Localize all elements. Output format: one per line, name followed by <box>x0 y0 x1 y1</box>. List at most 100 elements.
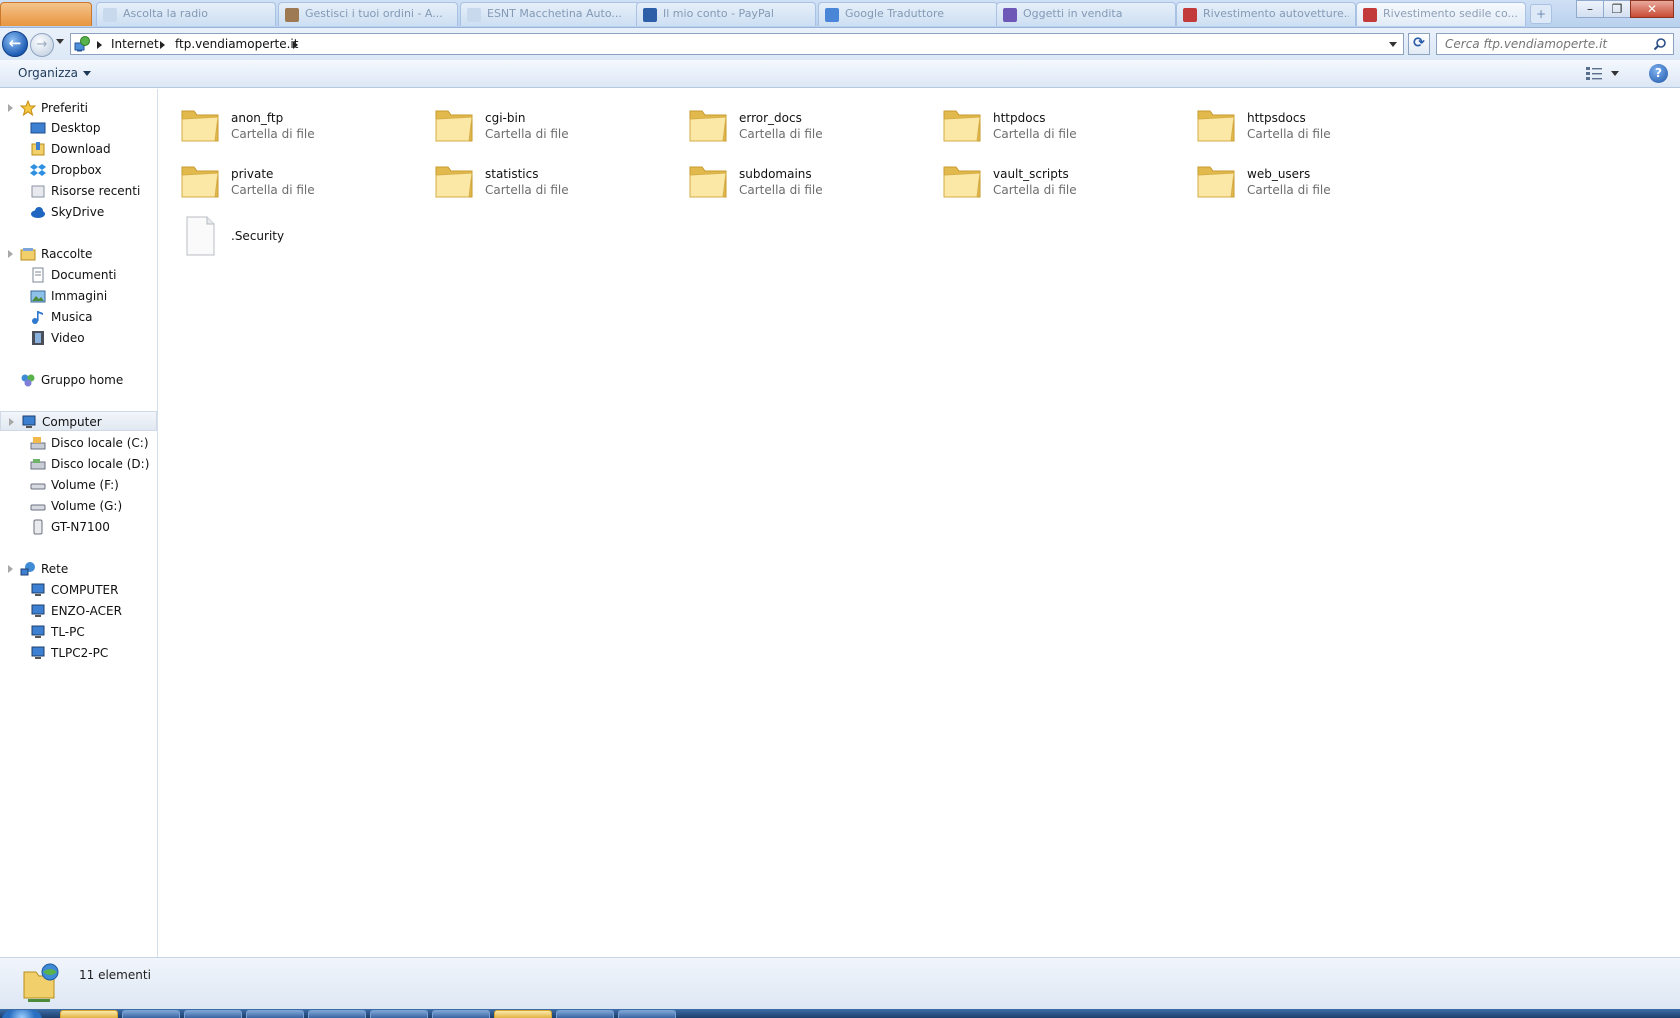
file-type: Cartella di file <box>1247 127 1331 141</box>
address-bar[interactable]: Internet ftp.vendiamoperte.it <box>70 33 1404 55</box>
folder-tile-httpsdocs[interactable]: httpsdocs Cartella di file <box>1175 98 1415 150</box>
nav-item-documents[interactable]: Documenti <box>0 265 157 285</box>
folder-tile-httpdocs[interactable]: httpdocs Cartella di file <box>921 98 1161 150</box>
taskbar-item-5[interactable] <box>308 1010 366 1018</box>
nav-libraries[interactable]: Raccolte <box>0 244 157 264</box>
browser-menu-button[interactable] <box>0 2 92 26</box>
nav-item-drive-c[interactable]: Disco locale (C:) <box>0 433 157 453</box>
taskbar-item-10[interactable] <box>618 1010 676 1018</box>
file-name: private <box>231 167 274 181</box>
browser-tab-3[interactable]: ESNT Macchetina Auto... <box>460 2 640 26</box>
nav-item-drive-f[interactable]: Volume (F:) <box>0 475 157 495</box>
nav-item-recent-places[interactable]: Risorse recenti <box>0 181 157 201</box>
nav-item-network-computer[interactable]: COMPUTER <box>0 580 157 600</box>
nav-item-tlpc2-pc[interactable]: TLPC2-PC <box>0 643 157 663</box>
maximize-button[interactable]: ❐ <box>1603 0 1631 18</box>
search-icon[interactable] <box>1653 37 1667 51</box>
expand-arrow-icon[interactable] <box>8 104 13 112</box>
nav-item-drive-d[interactable]: Disco locale (D:) <box>0 454 157 474</box>
nav-item-dropbox[interactable]: Dropbox <box>0 160 157 180</box>
file-name: web_users <box>1247 167 1311 181</box>
tab-favicon <box>1003 8 1017 22</box>
search-input[interactable] <box>1445 35 1645 53</box>
taskbar-item-7[interactable] <box>432 1010 490 1018</box>
nav-item-tl-pc[interactable]: TL-PC <box>0 622 157 642</box>
nav-item-music[interactable]: Musica <box>0 307 157 327</box>
browser-tab-label: Rivestimento autovetture... <box>1203 7 1349 20</box>
breadcrumb-separator-icon[interactable] <box>160 41 165 49</box>
change-view-icon[interactable] <box>1585 66 1603 80</box>
folder-tile-statistics[interactable]: statistics Cartella di file <box>413 154 653 206</box>
search-box[interactable] <box>1436 33 1674 55</box>
nav-label: ENZO-ACER <box>51 604 122 618</box>
nav-item-video[interactable]: Video <box>0 328 157 348</box>
folder-tile-error-docs[interactable]: error_docs Cartella di file <box>667 98 907 150</box>
network-computer-icon <box>31 583 45 596</box>
breadcrumb-ftp-site[interactable]: ftp.vendiamoperte.it <box>175 37 298 51</box>
nav-item-desktop[interactable]: Desktop <box>0 118 157 138</box>
taskbar-item-9[interactable] <box>556 1010 614 1018</box>
nav-homegroup[interactable]: Gruppo home <box>0 370 157 390</box>
folder-tile-web-users[interactable]: web_users Cartella di file <box>1175 154 1415 206</box>
nav-network[interactable]: Rete <box>0 559 157 579</box>
folder-tile-vault-scripts[interactable]: vault_scripts Cartella di file <box>921 154 1161 206</box>
taskbar-item-3[interactable] <box>184 1010 242 1018</box>
breadcrumb-internet[interactable]: Internet <box>111 37 159 51</box>
nav-item-phone[interactable]: GT-N7100 <box>0 517 157 537</box>
taskbar-item-6[interactable] <box>370 1010 428 1018</box>
file-list-view[interactable]: anon_ftp Cartella di file cgi-bin Cartel… <box>159 89 1680 957</box>
help-button[interactable]: ? <box>1649 64 1668 83</box>
minimize-button[interactable]: – <box>1576 0 1604 18</box>
browser-tab-label: ESNT Macchetina Auto... <box>487 7 622 20</box>
browser-tab-5[interactable]: Google Traduttore <box>818 2 998 26</box>
address-history-dropdown[interactable] <box>1389 42 1397 47</box>
nav-favorites[interactable]: Preferiti <box>0 98 157 118</box>
browser-tab-8[interactable]: Rivestimento sedile co... <box>1356 2 1526 26</box>
nav-computer[interactable]: Computer <box>0 411 157 431</box>
pictures-icon <box>30 290 46 303</box>
browser-tab-4[interactable]: Il mio conto - PayPal <box>636 2 816 26</box>
expand-arrow-icon[interactable] <box>8 565 13 573</box>
nav-item-pictures[interactable]: Immagini <box>0 286 157 306</box>
new-tab-button[interactable]: + <box>1530 4 1552 24</box>
file-type: Cartella di file <box>1247 183 1331 197</box>
folder-tile-anon-ftp[interactable]: anon_ftp Cartella di file <box>159 98 399 150</box>
tab-favicon <box>103 8 117 22</box>
folder-tile-cgi-bin[interactable]: cgi-bin Cartella di file <box>413 98 653 150</box>
recent-pages-dropdown[interactable] <box>56 39 64 44</box>
start-button[interactable] <box>2 1010 42 1018</box>
nav-label: Volume (F:) <box>51 478 119 492</box>
refresh-button[interactable]: ⟳ <box>1408 33 1430 55</box>
view-options-dropdown[interactable] <box>1611 71 1619 76</box>
nav-label: Gruppo home <box>41 373 124 387</box>
nav-label: Rete <box>41 562 69 576</box>
folder-tile-subdomains[interactable]: subdomains Cartella di file <box>667 154 907 206</box>
breadcrumb-separator-icon[interactable] <box>293 41 298 49</box>
nav-item-skydrive[interactable]: SkyDrive <box>0 202 157 222</box>
browser-tab-1[interactable]: Ascolta la radio <box>96 2 276 26</box>
browser-tab-6[interactable]: Oggetti in vendita <box>996 2 1176 26</box>
back-button[interactable]: ← <box>2 31 28 57</box>
browser-tab-2[interactable]: Gestisci i tuoi ordini - A... <box>278 2 458 26</box>
file-name: error_docs <box>739 111 802 125</box>
taskbar-item-explorer[interactable] <box>60 1010 118 1018</box>
taskbar-item-4[interactable] <box>246 1010 304 1018</box>
breadcrumb-separator-icon[interactable] <box>97 41 102 49</box>
expand-arrow-icon[interactable] <box>9 418 14 426</box>
file-type: Cartella di file <box>485 183 569 197</box>
close-button[interactable]: ✕ <box>1630 0 1674 18</box>
nav-item-drive-g[interactable]: Volume (G:) <box>0 496 157 516</box>
forward-button[interactable]: → <box>30 33 54 57</box>
file-tile-security[interactable]: .Security <box>159 210 399 262</box>
organize-menu-button[interactable]: Organizza <box>18 66 92 80</box>
folder-tile-private[interactable]: private Cartella di file <box>159 154 399 206</box>
tab-favicon <box>467 8 481 22</box>
taskbar-item-2[interactable] <box>122 1010 180 1018</box>
nav-label: Video <box>51 331 85 345</box>
nav-label: Computer <box>42 415 102 429</box>
browser-tab-7[interactable]: Rivestimento autovetture... <box>1176 2 1356 26</box>
nav-item-download[interactable]: Download <box>0 139 157 159</box>
expand-arrow-icon[interactable] <box>8 250 13 258</box>
nav-item-enzo-acer[interactable]: ENZO-ACER <box>0 601 157 621</box>
taskbar-item-8[interactable] <box>494 1010 552 1018</box>
